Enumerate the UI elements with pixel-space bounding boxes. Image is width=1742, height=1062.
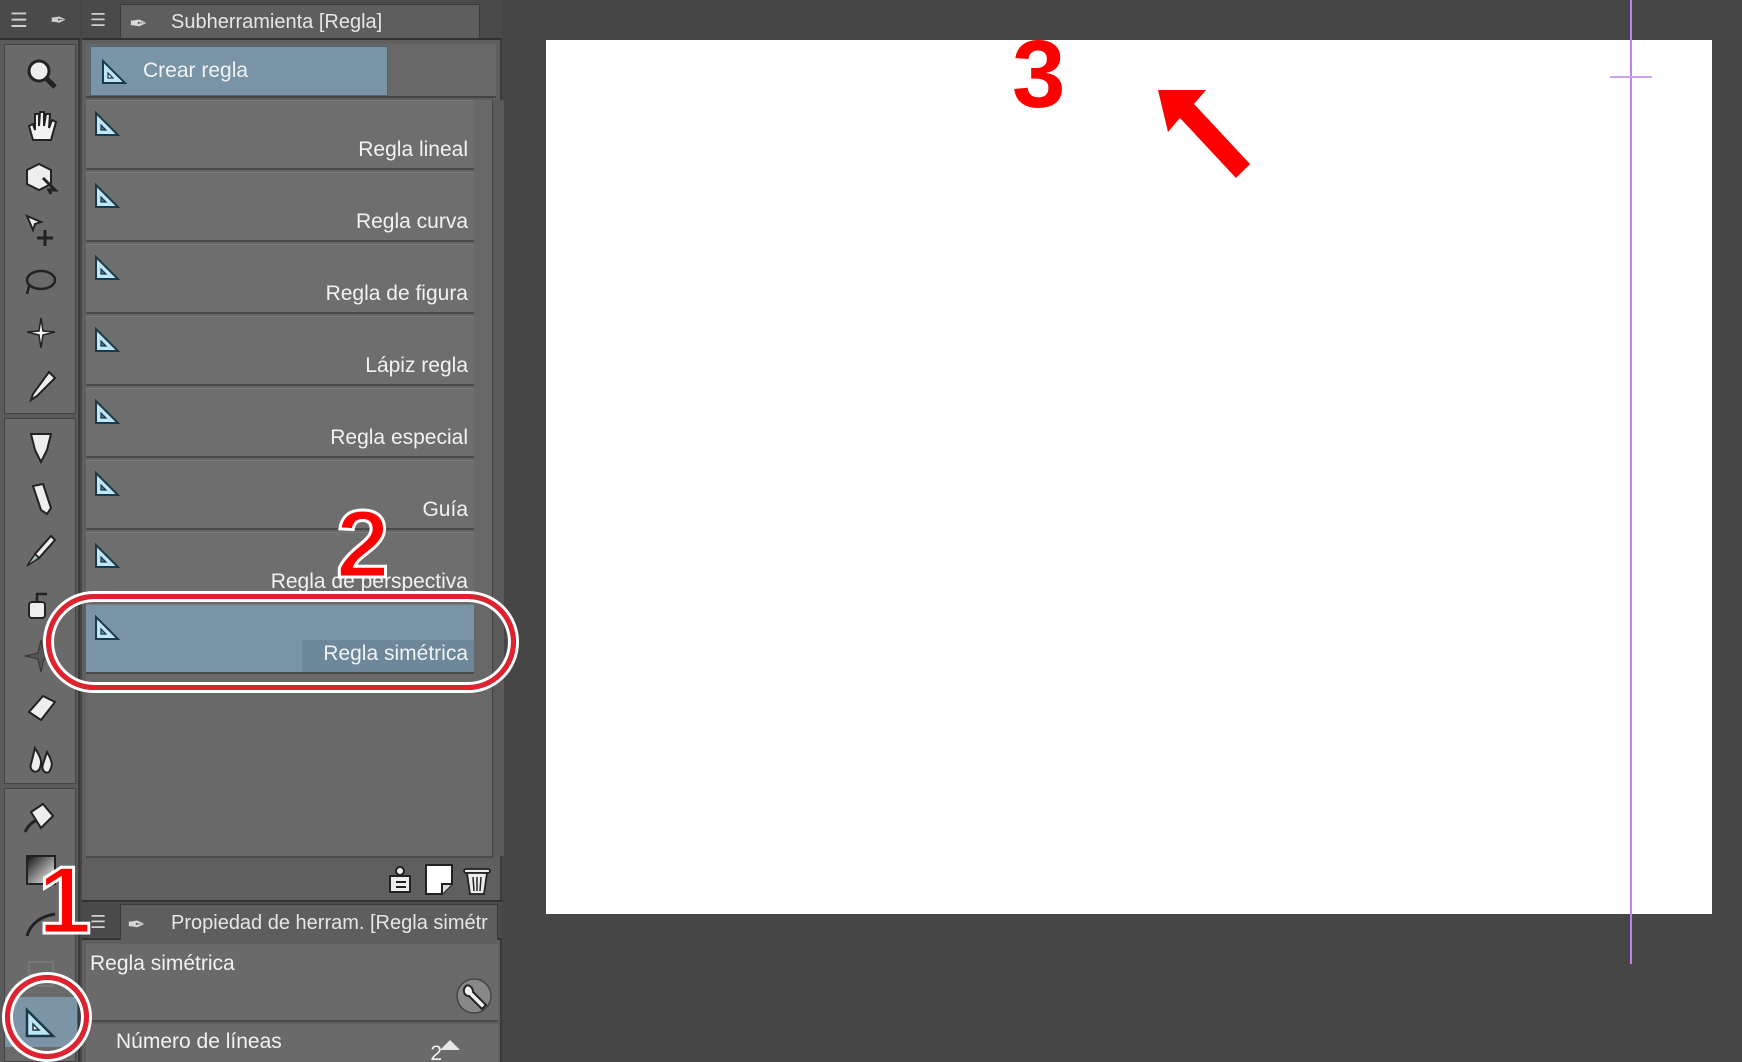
subtool-item-regla-curva[interactable]: Regla curva [86,172,474,242]
annotation-ring-symmetric-ruler [46,594,516,690]
subtool-item-label: Guía [422,498,468,521]
hand-icon [27,111,58,141]
subtool-item-label: Lápiz regla [365,354,468,377]
pen-tool[interactable] [5,423,77,473]
subtool-tab[interactable]: ✒ Subherramienta [Regla] [120,4,480,38]
tool-property-tab[interactable]: ✒ Propiedad de herram. [Regla simétr [120,904,498,940]
triangle-ruler-icon [92,109,122,144]
zoom-tool[interactable] [5,49,77,99]
annotation-arrow-icon [1158,90,1250,178]
tool-property-title: Propiedad de herram. [Regla simétr [171,912,488,934]
subtool-panel-header: ☰ ✒ Subherramienta [Regla] [82,0,502,40]
tool-property-name: Regla simétrica [90,952,235,975]
subtool-item-regla-de-figura[interactable]: Regla de figura [86,244,474,314]
subtool-item-regla-lineal[interactable]: Regla lineal [86,100,474,170]
pen-icon [29,433,53,465]
panel-menu-icon[interactable]: ☰ [90,10,106,31]
number-of-lines-label: Número de líneas [116,1030,282,1053]
subtool-item-regla-de-perspectiva[interactable]: Regla de perspectiva [86,532,474,602]
triangle-ruler-icon [92,253,122,288]
triangle-ruler-icon [92,325,122,360]
symmetry-ruler-handle[interactable] [1610,76,1652,78]
subtool-panel: ☰ ✒ Subherramienta [Regla] Crear regla R… [82,0,514,1062]
move-arrows-icon [25,214,53,246]
fill-tool[interactable] [5,793,77,843]
subtool-list-footer [86,856,494,898]
triangle-ruler-icon [99,57,129,105]
triangle-ruler-icon [92,181,122,216]
pencil-icon [31,482,53,516]
subtool-item-label: Regla curva [355,210,468,233]
app-window: ☰ ✒ ☰ ✒ Subherramienta [Regla] Crear reg… [0,0,1742,1062]
lasso-icon [25,269,57,295]
create-ruler-label: Crear regla [143,59,249,82]
annotation-step-1: 1 [36,846,92,956]
pen-gear-icon: ✒ [127,912,146,937]
blend-tool[interactable] [5,735,77,785]
drops-icon [29,745,53,774]
annotation-ring-ruler-tool [5,975,89,1059]
tool-bar-header: ☰ ✒ [0,0,80,40]
triangle-ruler-icon [92,541,122,576]
move-tool[interactable] [5,205,77,255]
subtool-item-lapiz-regla[interactable]: Lápiz regla [86,316,474,386]
create-ruler-row: Crear regla [86,44,496,98]
eraser-icon [27,694,57,722]
brush-icon [26,534,57,567]
number-of-lines-row: Número de líneas 2 [86,1024,498,1062]
pencil-tool[interactable] [5,475,77,525]
wrench-icon[interactable] [454,976,494,1016]
canvas-area [504,0,1742,1062]
tool-group-navigation [4,44,76,414]
triangle-ruler-icon [92,397,122,432]
pen-nib-icon: ✒ [129,11,148,36]
subtool-item-regla-especial[interactable]: Regla especial [86,388,474,458]
create-ruler-button[interactable]: Crear regla [90,46,388,96]
panel-menu-icon[interactable]: ☰ [90,912,106,933]
paint-bucket-icon [23,802,55,833]
menu-icon[interactable]: ☰ [10,8,28,33]
eraser-tool[interactable] [5,683,77,733]
subtool-list: Regla lineal Regla curva Regla de figura… [86,100,514,856]
hand-tool[interactable] [5,101,77,151]
symmetry-ruler-line[interactable] [1630,0,1632,964]
sparkle-icon [26,317,56,349]
object-tool[interactable] [5,153,77,203]
eyedropper-icon [29,370,57,403]
canvas-paper[interactable] [546,40,1712,914]
brush-tool[interactable] [5,527,77,577]
subtool-item-guia[interactable]: Guía [86,460,474,530]
spinner-up-icon[interactable] [440,1040,460,1050]
tool-property-header: ☰ ✒ Propiedad de herram. [Regla simétr [82,900,502,940]
tool-group-drawing [4,418,76,784]
subtool-item-label: Regla lineal [358,138,468,161]
magic-wand-tool[interactable] [5,309,77,359]
cube-cursor-icon [26,162,59,195]
subtool-panel-title: Subherramienta [Regla] [171,11,383,33]
pen-nib-icon: ✒ [50,10,67,32]
tool-property-name-area: Regla simétrica [86,944,498,1022]
annotation-step-3: 3 [1012,21,1066,128]
trash-icon[interactable] [460,862,494,896]
annotation-step-2: 2 [334,490,390,600]
eyedropper-tool[interactable] [5,361,77,411]
lasso-tool[interactable] [5,257,77,307]
new-subtool-icon[interactable] [422,862,456,896]
subtool-item-label: Regla especial [330,426,468,449]
zoom-icon [27,59,57,89]
triangle-ruler-icon [92,469,122,504]
subtool-item-label: Regla de figura [325,282,468,305]
copy-subtool-icon[interactable] [384,862,418,896]
